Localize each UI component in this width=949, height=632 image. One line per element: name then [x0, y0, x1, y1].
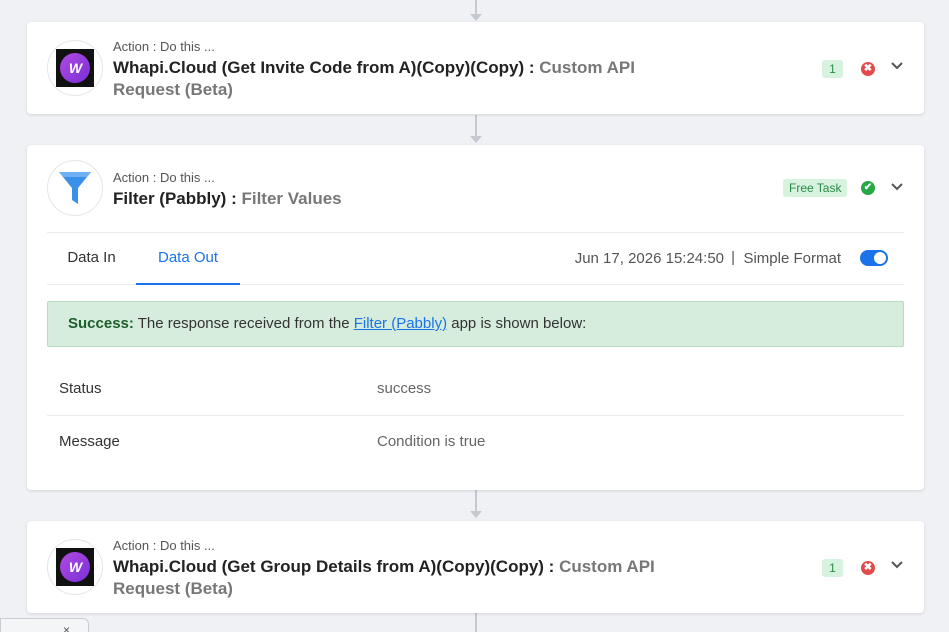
response-value: success	[377, 380, 432, 397]
response-key: Message	[59, 433, 120, 450]
success-status-icon: ✔	[861, 181, 875, 195]
whapi-app-logo: W	[47, 40, 103, 96]
data-tabs: Data In Data Out Jun 17, 2026 15:24:50 |…	[47, 232, 904, 285]
whapi-logo-mark: W	[60, 53, 90, 83]
filter-app-logo	[47, 160, 103, 216]
step-title-block: Action : Do this ... Filter (Pabbly) : F…	[113, 170, 693, 210]
step-app-name: Whapi.Cloud (Get Invite Code from A)(Cop…	[113, 58, 540, 77]
minimized-panel-tab[interactable]: ×	[0, 618, 89, 632]
whapi-logo-icon: W	[56, 49, 94, 87]
action-label: Action : Do this ...	[113, 538, 215, 553]
whapi-logo-mark: W	[60, 552, 90, 582]
flow-connector	[475, 0, 477, 15]
error-status-icon: ✖	[861, 561, 875, 575]
table-row: Status success	[47, 363, 904, 416]
simple-format-label: Simple Format	[743, 250, 841, 267]
flow-connector	[475, 613, 477, 632]
close-icon[interactable]: ×	[63, 623, 70, 632]
funnel-icon	[59, 172, 91, 204]
success-text: The response received from the	[133, 315, 354, 332]
success-strong: Success:	[68, 315, 134, 332]
toggle-knob	[874, 252, 886, 264]
chevron-down-icon[interactable]	[889, 58, 905, 74]
whapi-app-logo: W	[47, 539, 103, 595]
flow-arrow	[470, 14, 482, 21]
tab-data-out[interactable]: Data Out	[136, 233, 240, 285]
step-app-name: Whapi.Cloud (Get Group Details from A)(C…	[113, 557, 560, 576]
chevron-down-icon[interactable]	[889, 179, 905, 195]
step-event-name: Filter Values	[241, 189, 342, 208]
step-app-name: Filter (Pabbly) :	[113, 189, 242, 208]
step-title-block: Action : Do this ... Whapi.Cloud (Get In…	[113, 39, 693, 101]
table-row: Message Condition is true	[47, 416, 904, 469]
response-key: Status	[59, 380, 102, 397]
workflow-step-card[interactable]: W Action : Do this ... Whapi.Cloud (Get …	[27, 521, 924, 613]
separator: |	[731, 249, 735, 266]
task-count-badge: 1	[822, 60, 843, 78]
task-count-badge: 1	[822, 559, 843, 577]
flow-connector	[475, 490, 477, 512]
action-label: Action : Do this ...	[113, 170, 215, 185]
flow-arrow	[470, 136, 482, 143]
action-label: Action : Do this ...	[113, 39, 215, 54]
step-header[interactable]: Action : Do this ... Filter (Pabbly) : F…	[27, 145, 924, 232]
flow-arrow	[470, 511, 482, 518]
step-title: Whapi.Cloud (Get Group Details from A)(C…	[113, 556, 693, 600]
step-title: Whapi.Cloud (Get Invite Code from A)(Cop…	[113, 57, 693, 101]
response-table: Status success Message Condition is true	[47, 363, 904, 469]
workflow-step-card[interactable]: W Action : Do this ... Whapi.Cloud (Get …	[27, 22, 924, 114]
step-header[interactable]: W Action : Do this ... Whapi.Cloud (Get …	[27, 521, 924, 611]
step-header[interactable]: W Action : Do this ... Whapi.Cloud (Get …	[27, 22, 924, 112]
success-text-end: app is shown below:	[447, 315, 587, 332]
free-task-badge: Free Task	[783, 179, 848, 197]
whapi-logo-icon: W	[56, 548, 94, 586]
simple-format-toggle[interactable]	[860, 250, 888, 266]
tab-data-in[interactable]: Data In	[47, 233, 136, 285]
success-alert: Success: The response received from the …	[47, 301, 904, 347]
flow-connector	[475, 115, 477, 137]
workflow-step-card-expanded[interactable]: Action : Do this ... Filter (Pabbly) : F…	[27, 145, 924, 490]
response-value: Condition is true	[377, 433, 486, 450]
step-title: Filter (Pabbly) : Filter Values	[113, 188, 693, 210]
chevron-down-icon[interactable]	[889, 557, 905, 573]
app-link[interactable]: Filter (Pabbly)	[354, 315, 447, 332]
response-timestamp: Jun 17, 2026 15:24:50	[574, 250, 724, 267]
error-status-icon: ✖	[861, 62, 875, 76]
step-title-block: Action : Do this ... Whapi.Cloud (Get Gr…	[113, 538, 693, 600]
